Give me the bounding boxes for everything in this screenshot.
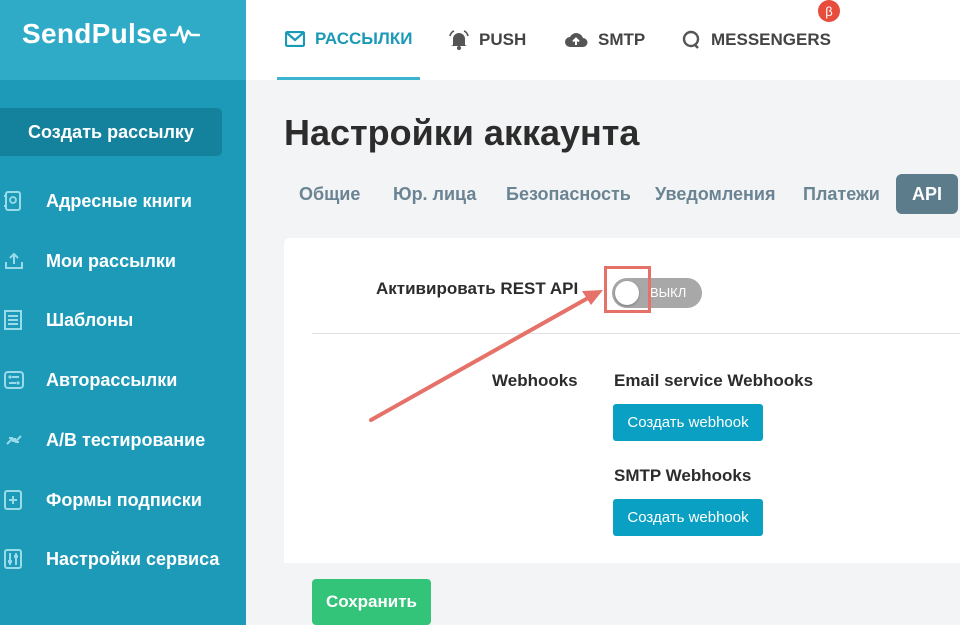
logo-text: SendPulse bbox=[22, 18, 168, 49]
sidebar: SendPulse Создать рассылку Адресные книг… bbox=[0, 0, 246, 625]
tab-security[interactable]: Безопасность bbox=[506, 174, 631, 214]
template-icon bbox=[4, 308, 34, 332]
chat-icon bbox=[681, 30, 701, 50]
logo[interactable]: SendPulse bbox=[22, 18, 200, 50]
sidebar-item-label: A/B тестирование bbox=[46, 429, 206, 450]
sidebar-item-service-settings[interactable]: Настройки сервиса bbox=[0, 539, 246, 579]
sidebar-item-address-books[interactable]: Адресные книги bbox=[0, 181, 246, 221]
sidebar-item-ab-testing[interactable]: A/B тестирование bbox=[0, 420, 246, 460]
sidebar-item-label: Адресные книги bbox=[46, 190, 192, 211]
address-book-icon bbox=[4, 189, 34, 213]
form-icon bbox=[4, 488, 34, 512]
upload-icon bbox=[4, 249, 34, 273]
webhooks-label: Webhooks bbox=[492, 371, 578, 390]
envelope-icon bbox=[285, 30, 305, 47]
save-button[interactable]: Сохранить bbox=[312, 579, 431, 625]
tab-payments[interactable]: Платежи bbox=[803, 174, 880, 214]
sidebar-item-templates[interactable]: Шаблоны bbox=[0, 300, 246, 340]
divider bbox=[312, 333, 960, 334]
sidebar-item-subscription-forms[interactable]: Формы подписки bbox=[0, 480, 246, 520]
tab-legal-entities[interactable]: Юр. лица bbox=[393, 174, 476, 214]
beta-badge: β bbox=[818, 0, 840, 22]
automation-icon bbox=[4, 368, 34, 392]
tab-api[interactable]: API bbox=[896, 174, 959, 214]
rest-api-label: Активировать REST API bbox=[376, 279, 579, 298]
tab-label: SMTP bbox=[598, 30, 646, 49]
toggle-state-label: ВЫКЛ bbox=[650, 285, 687, 300]
logo-bar: SendPulse bbox=[0, 0, 246, 80]
email-webhooks-title: Email service Webhooks bbox=[614, 371, 814, 390]
pulse-icon bbox=[169, 25, 200, 44]
sidebar-item-label: Настройки сервиса bbox=[46, 548, 220, 569]
tab-smtp[interactable]: SMTP bbox=[564, 0, 645, 80]
page-title: Настройки аккаунта bbox=[284, 112, 640, 153]
tab-general[interactable]: Общие bbox=[299, 174, 360, 214]
sliders-icon bbox=[4, 547, 34, 571]
tab-messengers[interactable]: MESSENGERS bbox=[681, 0, 831, 80]
cloud-upload-icon bbox=[564, 31, 588, 49]
smtp-webhooks-title: SMTP Webhooks bbox=[614, 466, 752, 485]
annotation-highlight-box bbox=[604, 266, 651, 313]
top-navigation: РАССЫЛКИ PUSH SMTP MESSENGERS β bbox=[246, 0, 960, 80]
sidebar-item-label: Формы подписки bbox=[46, 489, 202, 510]
create-smtp-webhook-button[interactable]: Создать webhook bbox=[613, 499, 763, 536]
tab-label: PUSH bbox=[479, 30, 527, 49]
sidebar-item-label: Шаблоны bbox=[46, 309, 134, 330]
create-campaign-button[interactable]: Создать рассылку bbox=[0, 108, 222, 156]
tab-notifications[interactable]: Уведомления bbox=[655, 174, 776, 214]
tab-campaigns[interactable]: РАССЫЛКИ bbox=[277, 0, 421, 80]
sidebar-item-my-campaigns[interactable]: Мои рассылки bbox=[0, 241, 246, 281]
create-email-webhook-button[interactable]: Создать webhook bbox=[613, 404, 763, 441]
sidebar-item-autoresponders[interactable]: Авторассылки bbox=[0, 360, 246, 400]
tab-label: MESSENGERS bbox=[711, 30, 831, 49]
sidebar-item-label: Авторассылки bbox=[46, 369, 178, 390]
ab-test-icon bbox=[4, 428, 34, 452]
sidebar-item-label: Мои рассылки bbox=[46, 250, 176, 271]
bell-icon bbox=[449, 30, 469, 50]
tab-label: РАССЫЛКИ bbox=[315, 28, 413, 48]
tab-push[interactable]: PUSH bbox=[449, 0, 526, 80]
